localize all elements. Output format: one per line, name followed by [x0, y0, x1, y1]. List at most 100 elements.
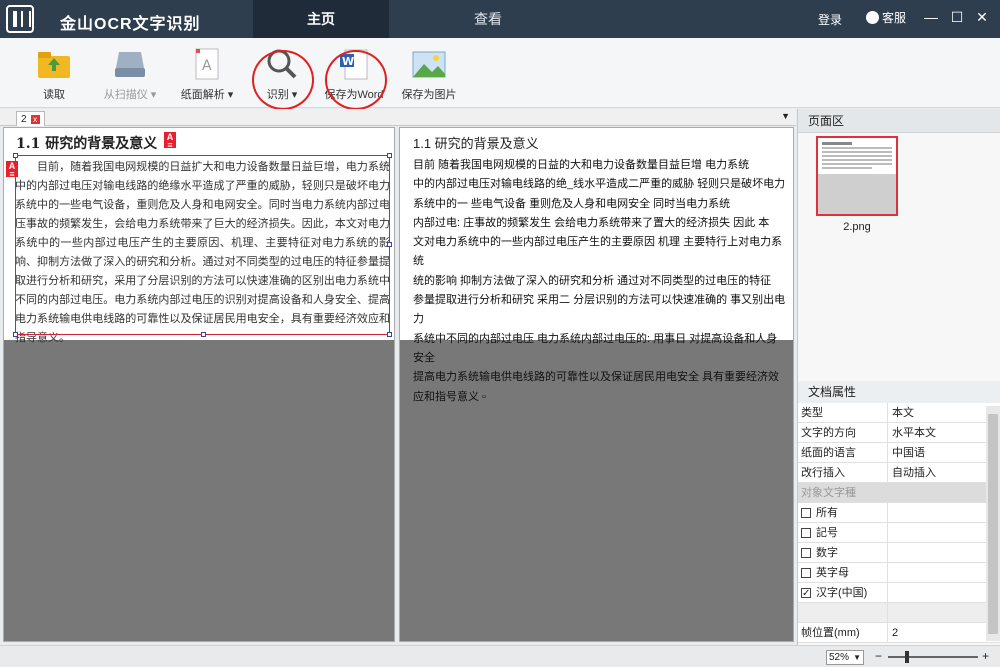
badge-letter: A: [166, 132, 174, 142]
ocr-line: 提高电力系统输电供电线路的可靠性以及保证居民用电安全 具有重要经济效: [413, 371, 780, 384]
properties-scrollbar[interactable]: [986, 406, 1000, 641]
document-tab[interactable]: 2 x: [16, 111, 45, 126]
checkbox[interactable]: [801, 567, 811, 578]
ocr-line: 参量提取进行分析和研究 采用二 分层识别的方法可以快速准确的 事又别出电力: [413, 294, 786, 326]
document-tab-label: 2: [21, 113, 27, 125]
status-bar: 52% ▼ − +: [0, 645, 1000, 667]
checkbox[interactable]: [801, 507, 811, 518]
ocr-line: 文对电力系统中的一些内部过电压产生的主要原因 机理 主要特行上对电力系统: [413, 236, 783, 268]
checkbox-row[interactable]: 汉字(中国): [798, 583, 1000, 604]
group-label: 对象文字種: [801, 486, 856, 499]
tab-view[interactable]: 查看: [420, 0, 556, 38]
prop-key: 纸面的语言: [798, 443, 888, 462]
prop-row[interactable]: 纸面的语言 中国语: [798, 443, 1000, 463]
ocr-line: 中的内部过电压对输电线路的绝_线水平造成二严重的威胁 轻则只是破坏电力: [413, 178, 786, 191]
checkbox-label: 数字: [816, 546, 838, 559]
save-as-image-label: 保存为图片: [401, 89, 457, 101]
ocr-line: 应和指号意义 ▫: [413, 390, 486, 403]
prop-row: [798, 603, 1000, 623]
login-link[interactable]: 登录: [818, 11, 842, 28]
scrollbar-thumb[interactable]: [988, 414, 998, 634]
customer-service-link[interactable]: 客服: [866, 9, 906, 26]
page-analysis-label: 纸面解析: [180, 89, 225, 101]
highlight-circle: [325, 50, 387, 110]
app-window: 金山OCR文字识别 主页 查看 登录 客服 — ☐ ✕ 读取 从扫描仪 ▾ A: [0, 0, 1000, 667]
checkbox-row[interactable]: 英字母: [798, 563, 1000, 583]
prop-value: 水平本文: [892, 427, 936, 439]
zoom-slider[interactable]: [888, 656, 978, 658]
tab-home[interactable]: 主页: [253, 0, 389, 38]
prop-row[interactable]: 类型 本文: [798, 403, 1000, 423]
customer-service-label: 客服: [882, 11, 907, 25]
thumbnail-preview-icon: [818, 142, 896, 214]
toolbar: 读取 从扫描仪 ▾ A 纸面解析 ▾ 识别 ▾ W 保存为Word 保存为图片: [0, 38, 1000, 110]
prop-value: 自动插入: [892, 467, 936, 479]
zoom-in-icon[interactable]: +: [982, 649, 989, 663]
svg-text:A: A: [202, 58, 212, 74]
ocr-result-panel[interactable]: 1.1 研究的背景及意义 目前 随着我国电网规模的日益的大和电力设备数量目益巨增…: [399, 127, 794, 642]
checkbox-checked[interactable]: [801, 584, 811, 604]
thumbnail-label: 2.png: [843, 221, 871, 233]
zoom-slider-handle[interactable]: [905, 651, 910, 663]
minimize-button[interactable]: —: [922, 8, 940, 26]
zoom-value: 52%: [829, 652, 850, 663]
ocr-line: 内部过电: 庄事故的频繁发生 会给电力系统带来了置大的经济损失 因此 本: [413, 216, 770, 229]
page-analysis-button[interactable]: A 纸面解析 ▾: [175, 48, 239, 102]
ocr-line: 系统中不同的内部过电压 电力系统内部过电压的: 用事日 对提高设备和人身安全: [413, 332, 778, 364]
checkbox-label: 記号: [816, 526, 838, 539]
tab-list-dropdown-icon[interactable]: ▼: [781, 111, 790, 121]
resize-handle[interactable]: [387, 153, 392, 158]
ocr-result-page: 1.1 研究的背景及意义 目前 随着我国电网规模的日益的大和电力设备数量目益巨增…: [400, 128, 793, 403]
resize-handle[interactable]: [387, 242, 392, 247]
document-tab-strip: 2 x ▼: [0, 109, 796, 126]
maximize-button[interactable]: ☐: [948, 8, 966, 26]
resize-handle[interactable]: [387, 332, 392, 337]
ocr-line: 统的影响 抑制方法做了深入的研究和分析 通过对不同类型的过电压的特征: [413, 274, 772, 287]
checkbox-row[interactable]: 数字: [798, 543, 1000, 563]
highlight-circle: [252, 50, 314, 110]
save-as-image-button[interactable]: 保存为图片: [397, 48, 461, 102]
app-logo-icon: [6, 5, 34, 33]
text-area-badge[interactable]: A ≡: [164, 132, 176, 150]
chevron-down-icon: ▼: [853, 653, 861, 662]
image-panel[interactable]: 1.1 研究的背景及意义 A ≡ A ≡ 目前，随着我国电网规模的日益扩大和电力设备…: [3, 127, 395, 642]
checkbox-row[interactable]: 記号: [798, 523, 1000, 543]
page-thumbnail[interactable]: [816, 136, 898, 216]
read-button[interactable]: 读取: [22, 48, 86, 102]
folder-icon: [37, 48, 71, 80]
prop-key: 改行插入: [798, 463, 888, 482]
checkbox-label: 汉字(中国): [816, 586, 868, 599]
close-button[interactable]: ✕: [973, 8, 991, 26]
read-label: 读取: [43, 89, 65, 101]
ocr-heading: 1.1 研究的背景及意义: [413, 136, 539, 151]
prop-key: 帧位置(mm): [798, 623, 888, 642]
ocr-line: 系统中的一 些电气设备 重则危及人身和电网安全 同时当电力系统: [413, 197, 731, 210]
resize-handle[interactable]: [13, 332, 18, 337]
ocr-text[interactable]: 目前 随着我国电网规模的日益的大和电力设备数量目益巨增 电力系统 中的内部过电压…: [413, 156, 788, 407]
prop-row[interactable]: 改行插入 自动插入: [798, 463, 1000, 483]
prop-value: 2: [892, 627, 899, 639]
page-area-header: 页面区: [798, 109, 1000, 133]
right-sidebar: 页面区 2.png 文档属性 类型 本文 文字的方向 水平本文 纸面的语言 中国语 改…: [797, 109, 1000, 645]
prop-value: 中国语: [892, 447, 925, 459]
zoom-select[interactable]: 52% ▼: [826, 650, 864, 665]
resize-handle[interactable]: [201, 332, 206, 337]
scanner-button[interactable]: 从扫描仪 ▾: [98, 48, 162, 102]
checkbox-row[interactable]: 所有: [798, 503, 1000, 523]
resize-handle[interactable]: [13, 153, 18, 158]
prop-value: 本文: [892, 407, 914, 419]
properties-header: 文档属性: [798, 381, 1000, 403]
checkbox[interactable]: [801, 547, 811, 558]
checkbox-label: 所有: [816, 506, 838, 519]
text-region-selection[interactable]: [13, 153, 392, 337]
user-icon: [866, 11, 879, 24]
app-title: 金山OCR文字识别: [60, 16, 201, 33]
checkbox-label: 英字母: [816, 566, 849, 579]
checkbox[interactable]: [801, 527, 811, 538]
prop-key: 文字的方向: [798, 423, 888, 442]
tab-close-icon[interactable]: x: [30, 114, 40, 124]
prop-row[interactable]: 文字的方向 水平本文: [798, 423, 1000, 443]
prop-row[interactable]: 帧位置(mm) 2: [798, 623, 1000, 643]
image-heading: 1.1 研究的背景及意义: [16, 136, 158, 152]
zoom-out-icon[interactable]: −: [875, 649, 882, 663]
